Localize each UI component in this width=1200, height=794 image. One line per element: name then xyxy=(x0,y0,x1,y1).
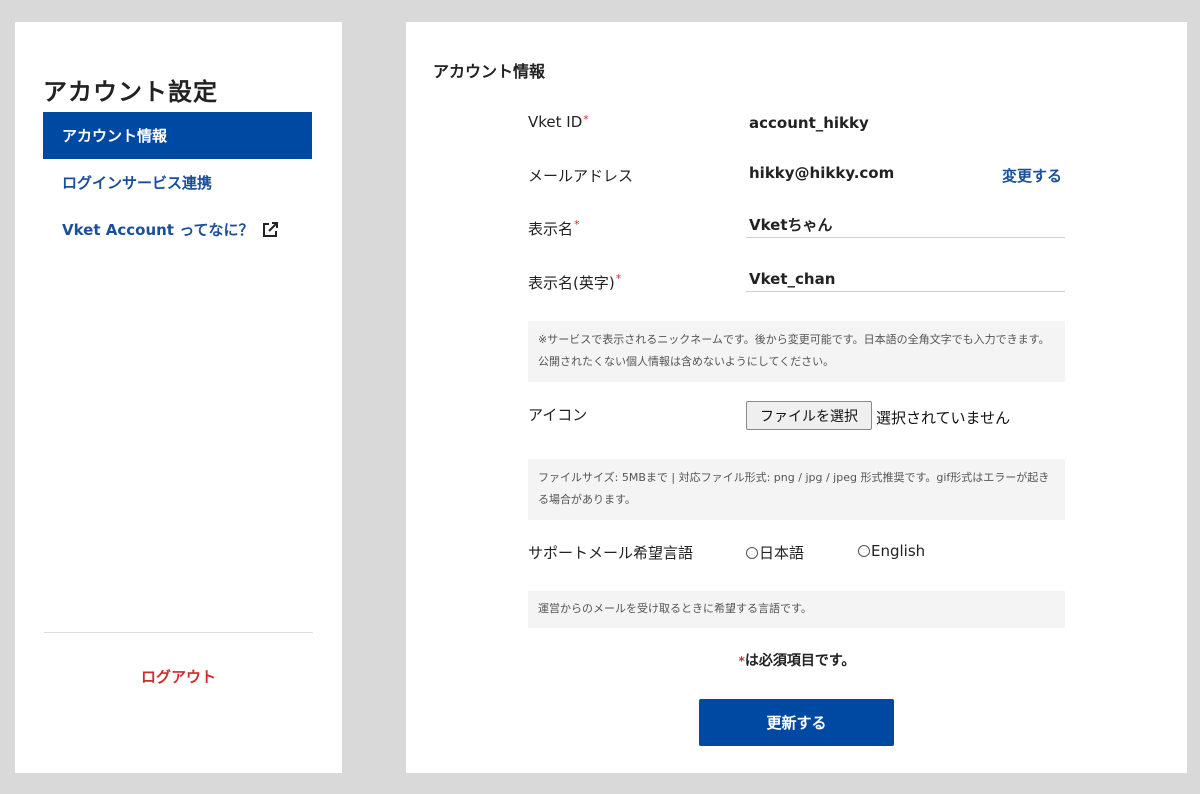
language-radio-japanese[interactable]: 日本語 xyxy=(746,542,804,563)
file-note: ファイルサイズ: 5MBまで | 対応ファイル形式: png / jpg / j… xyxy=(528,459,1065,520)
vket-id-label: Vket ID* xyxy=(528,113,589,131)
sidebar-title: アカウント設定 xyxy=(43,78,218,106)
required-mark: * xyxy=(574,218,580,231)
language-note: 運営からのメールを受け取るときに希望する言語です。 xyxy=(528,591,1065,628)
icon-label: アイコン xyxy=(528,406,588,424)
required-mark: * xyxy=(615,272,622,285)
vket-id-value: account_hikky xyxy=(749,114,869,132)
update-button[interactable]: 更新する xyxy=(699,699,894,746)
sidebar-item-label: アカウント情報 xyxy=(62,127,168,145)
page-title: アカウント情報 xyxy=(433,62,546,81)
sidebar-item-login-services[interactable]: ログインサービス連携 xyxy=(43,159,312,206)
required-mark: * xyxy=(583,113,589,126)
display-name-input[interactable] xyxy=(746,212,1065,238)
external-link-icon xyxy=(263,221,279,237)
email-label: メールアドレス xyxy=(528,167,634,185)
sidebar-item-label: Vket Account ってなに？ xyxy=(62,221,254,239)
language-radio-english[interactable]: English xyxy=(858,542,925,560)
support-language-label: サポートメール希望言語 xyxy=(528,544,694,562)
radio-circle-icon xyxy=(746,546,758,559)
sidebar-item-label: ログインサービス連携 xyxy=(62,174,213,192)
nickname-note: ※サービスで表示されるニックネームです。後から変更可能です。日本語の全角文字でも… xyxy=(528,321,1065,382)
main-panel: アカウント情報 Vket ID* account_hikky メールアドレス h… xyxy=(406,22,1187,773)
logout-link[interactable]: ログアウト xyxy=(15,666,342,687)
display-name-en-label: 表示名(英字)* xyxy=(528,272,622,292)
change-email-link[interactable]: 変更する xyxy=(1002,165,1062,186)
sidebar-item-account-info[interactable]: アカウント情報 xyxy=(43,112,312,159)
sidebar-divider xyxy=(44,632,313,633)
email-value: hikky@hikky.com xyxy=(749,164,895,182)
sidebar: アカウント設定 アカウント情報 ログインサービス連携 Vket Account … xyxy=(15,22,342,773)
file-status-text: 選択されていません xyxy=(876,409,1011,427)
sidebar-item-about-vket-account[interactable]: Vket Account ってなに？ xyxy=(43,206,312,253)
display-name-en-input[interactable] xyxy=(746,266,1065,292)
required-note: *は必須項目です。 xyxy=(738,653,856,669)
choose-file-button[interactable]: ファイルを選択 xyxy=(746,401,872,430)
display-name-label: 表示名* xyxy=(528,218,580,238)
radio-circle-icon xyxy=(858,545,870,557)
